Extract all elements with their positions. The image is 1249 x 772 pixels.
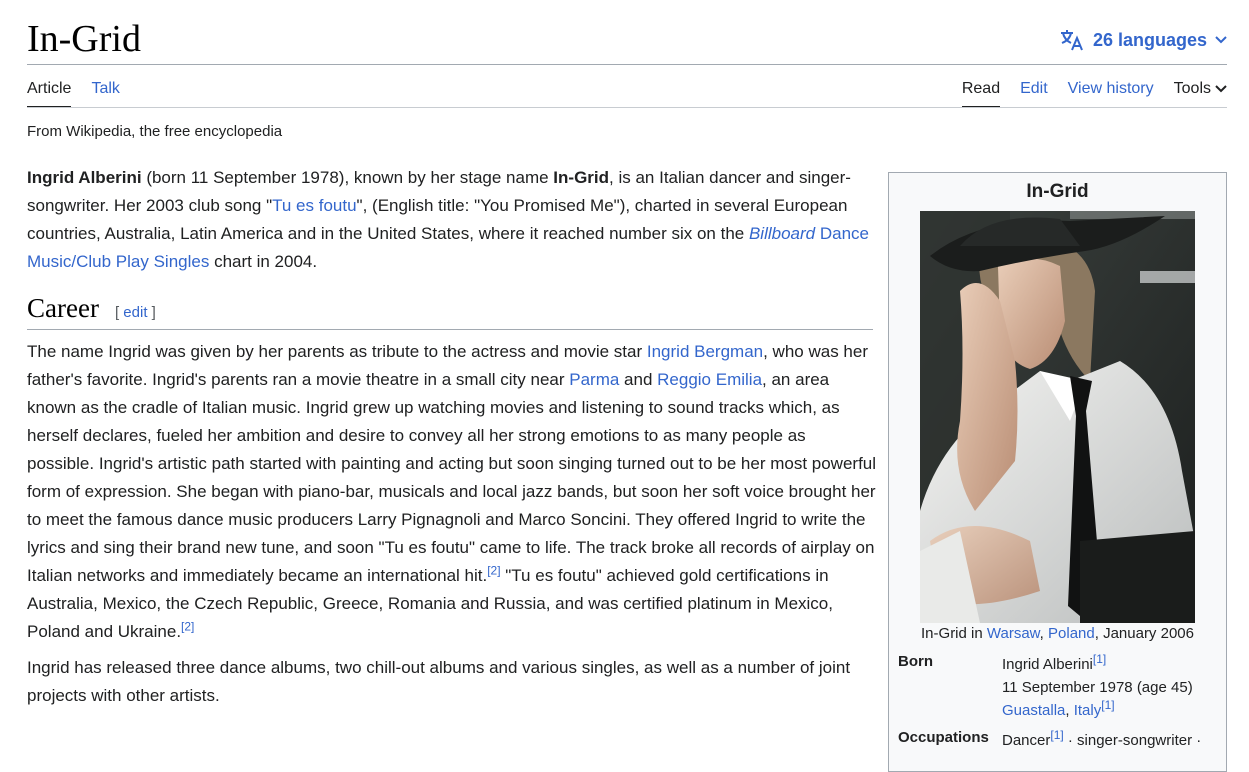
article-body: Ingrid Alberini (born 11 September 1978)… (27, 164, 877, 718)
career-paragraph-1: The name Ingrid was given by her parents… (27, 338, 877, 646)
occupation-dancer: Dancer (1002, 732, 1051, 749)
guastalla-link[interactable]: Guastalla (1002, 702, 1065, 719)
reference-link[interactable]: [1] (1101, 698, 1114, 712)
edit-section-link[interactable]: edit (123, 304, 147, 321)
text: (born 11 September 1978), known by her s… (141, 168, 554, 187)
tab-view-history[interactable]: View history (1068, 78, 1154, 108)
image-caption: In-Grid in Warsaw, Poland, January 2006 (889, 625, 1226, 642)
parma-link[interactable]: Parma (569, 370, 619, 389)
reference-link[interactable]: [2] (181, 619, 194, 633)
chevron-down-icon (1214, 35, 1228, 45)
song-link[interactable]: Tu es foutu (272, 196, 356, 215)
languages-button[interactable]: 26 languages (1060, 26, 1228, 54)
reggio-emilia-link[interactable]: Reggio Emilia (657, 370, 762, 389)
title-divider (27, 64, 1227, 65)
career-paragraph-2: Ingrid has released three dance albums, … (27, 658, 851, 705)
tab-edit[interactable]: Edit (1020, 78, 1048, 108)
stage-name-bold: In-Grid (553, 168, 610, 187)
reference-link[interactable]: [2] (487, 563, 500, 577)
section-heading-career: Career [ edit ] (27, 290, 873, 330)
born-name: Ingrid Alberini (1002, 656, 1093, 673)
occupations-label: Occupations (898, 729, 989, 746)
name-bold: Ingrid Alberini (27, 168, 142, 187)
text: , (1039, 625, 1049, 642)
infobox-row-occupations: Occupations Dancer[1] · singer-songwrite… (898, 729, 1222, 752)
reference-link[interactable]: [1] (1093, 652, 1106, 666)
page-title: In-Grid (27, 18, 141, 60)
text: and (619, 370, 658, 389)
text: , an area known as the cradle of Italian… (27, 370, 877, 585)
tabs-divider (27, 107, 1227, 108)
bracket: ] (147, 304, 156, 321)
section-title: Career (27, 293, 99, 323)
poland-link[interactable]: Poland (1048, 625, 1095, 642)
born-value: Ingrid Alberini[1] 11 September 1978 (ag… (1002, 653, 1222, 722)
portrait-image[interactable] (920, 211, 1195, 623)
text: In-Grid in (921, 625, 987, 642)
translate-icon (1060, 29, 1086, 51)
text: chart in 2004. (209, 252, 318, 271)
text: The name Ingrid was given by her parents… (27, 342, 647, 361)
tab-read[interactable]: Read (961, 78, 1001, 108)
text: , (1065, 702, 1074, 719)
occupations-value: Dancer[1] · singer-songwriter · (1002, 729, 1222, 752)
intro-paragraph: Ingrid Alberini (born 11 September 1978)… (27, 164, 877, 276)
infobox: In-Grid In-Grid in Warsaw, Poland, Janua… (888, 172, 1227, 772)
ingrid-bergman-link[interactable]: Ingrid Bergman (647, 342, 763, 361)
view-tabs: Read Edit View history Tools (942, 78, 1227, 108)
tab-article[interactable]: Article (27, 78, 72, 108)
tagline: From Wikipedia, the free encyclopedia (27, 123, 283, 140)
edit-section: [ edit ] (115, 299, 156, 327)
born-name-line: Ingrid Alberini[1] (1002, 653, 1222, 676)
infobox-row-born: Born Ingrid Alberini[1] 11 September 197… (898, 653, 1222, 722)
namespace-tabs: Article Talk (27, 78, 140, 108)
tab-talk[interactable]: Talk (91, 78, 119, 108)
billboard-italic: Billboard (748, 224, 816, 243)
born-date: 11 September 1978 (age 45) (1002, 679, 1193, 696)
reference-link[interactable]: [1] (1050, 728, 1063, 742)
italy-link[interactable]: Italy (1074, 702, 1102, 719)
text: , January 2006 (1094, 625, 1194, 642)
tools-menu[interactable]: Tools (1174, 78, 1227, 108)
chevron-down-icon (1215, 78, 1227, 105)
infobox-title: In-Grid (1026, 181, 1089, 202)
languages-label: 26 languages (1093, 29, 1208, 50)
occupation-rest: · singer-songwriter · (1063, 732, 1202, 749)
tools-label: Tools (1173, 80, 1211, 97)
warsaw-link[interactable]: Warsaw (987, 625, 1040, 642)
born-label: Born (898, 653, 933, 670)
born-place-line: Guastalla, Italy[1] (1002, 699, 1222, 722)
